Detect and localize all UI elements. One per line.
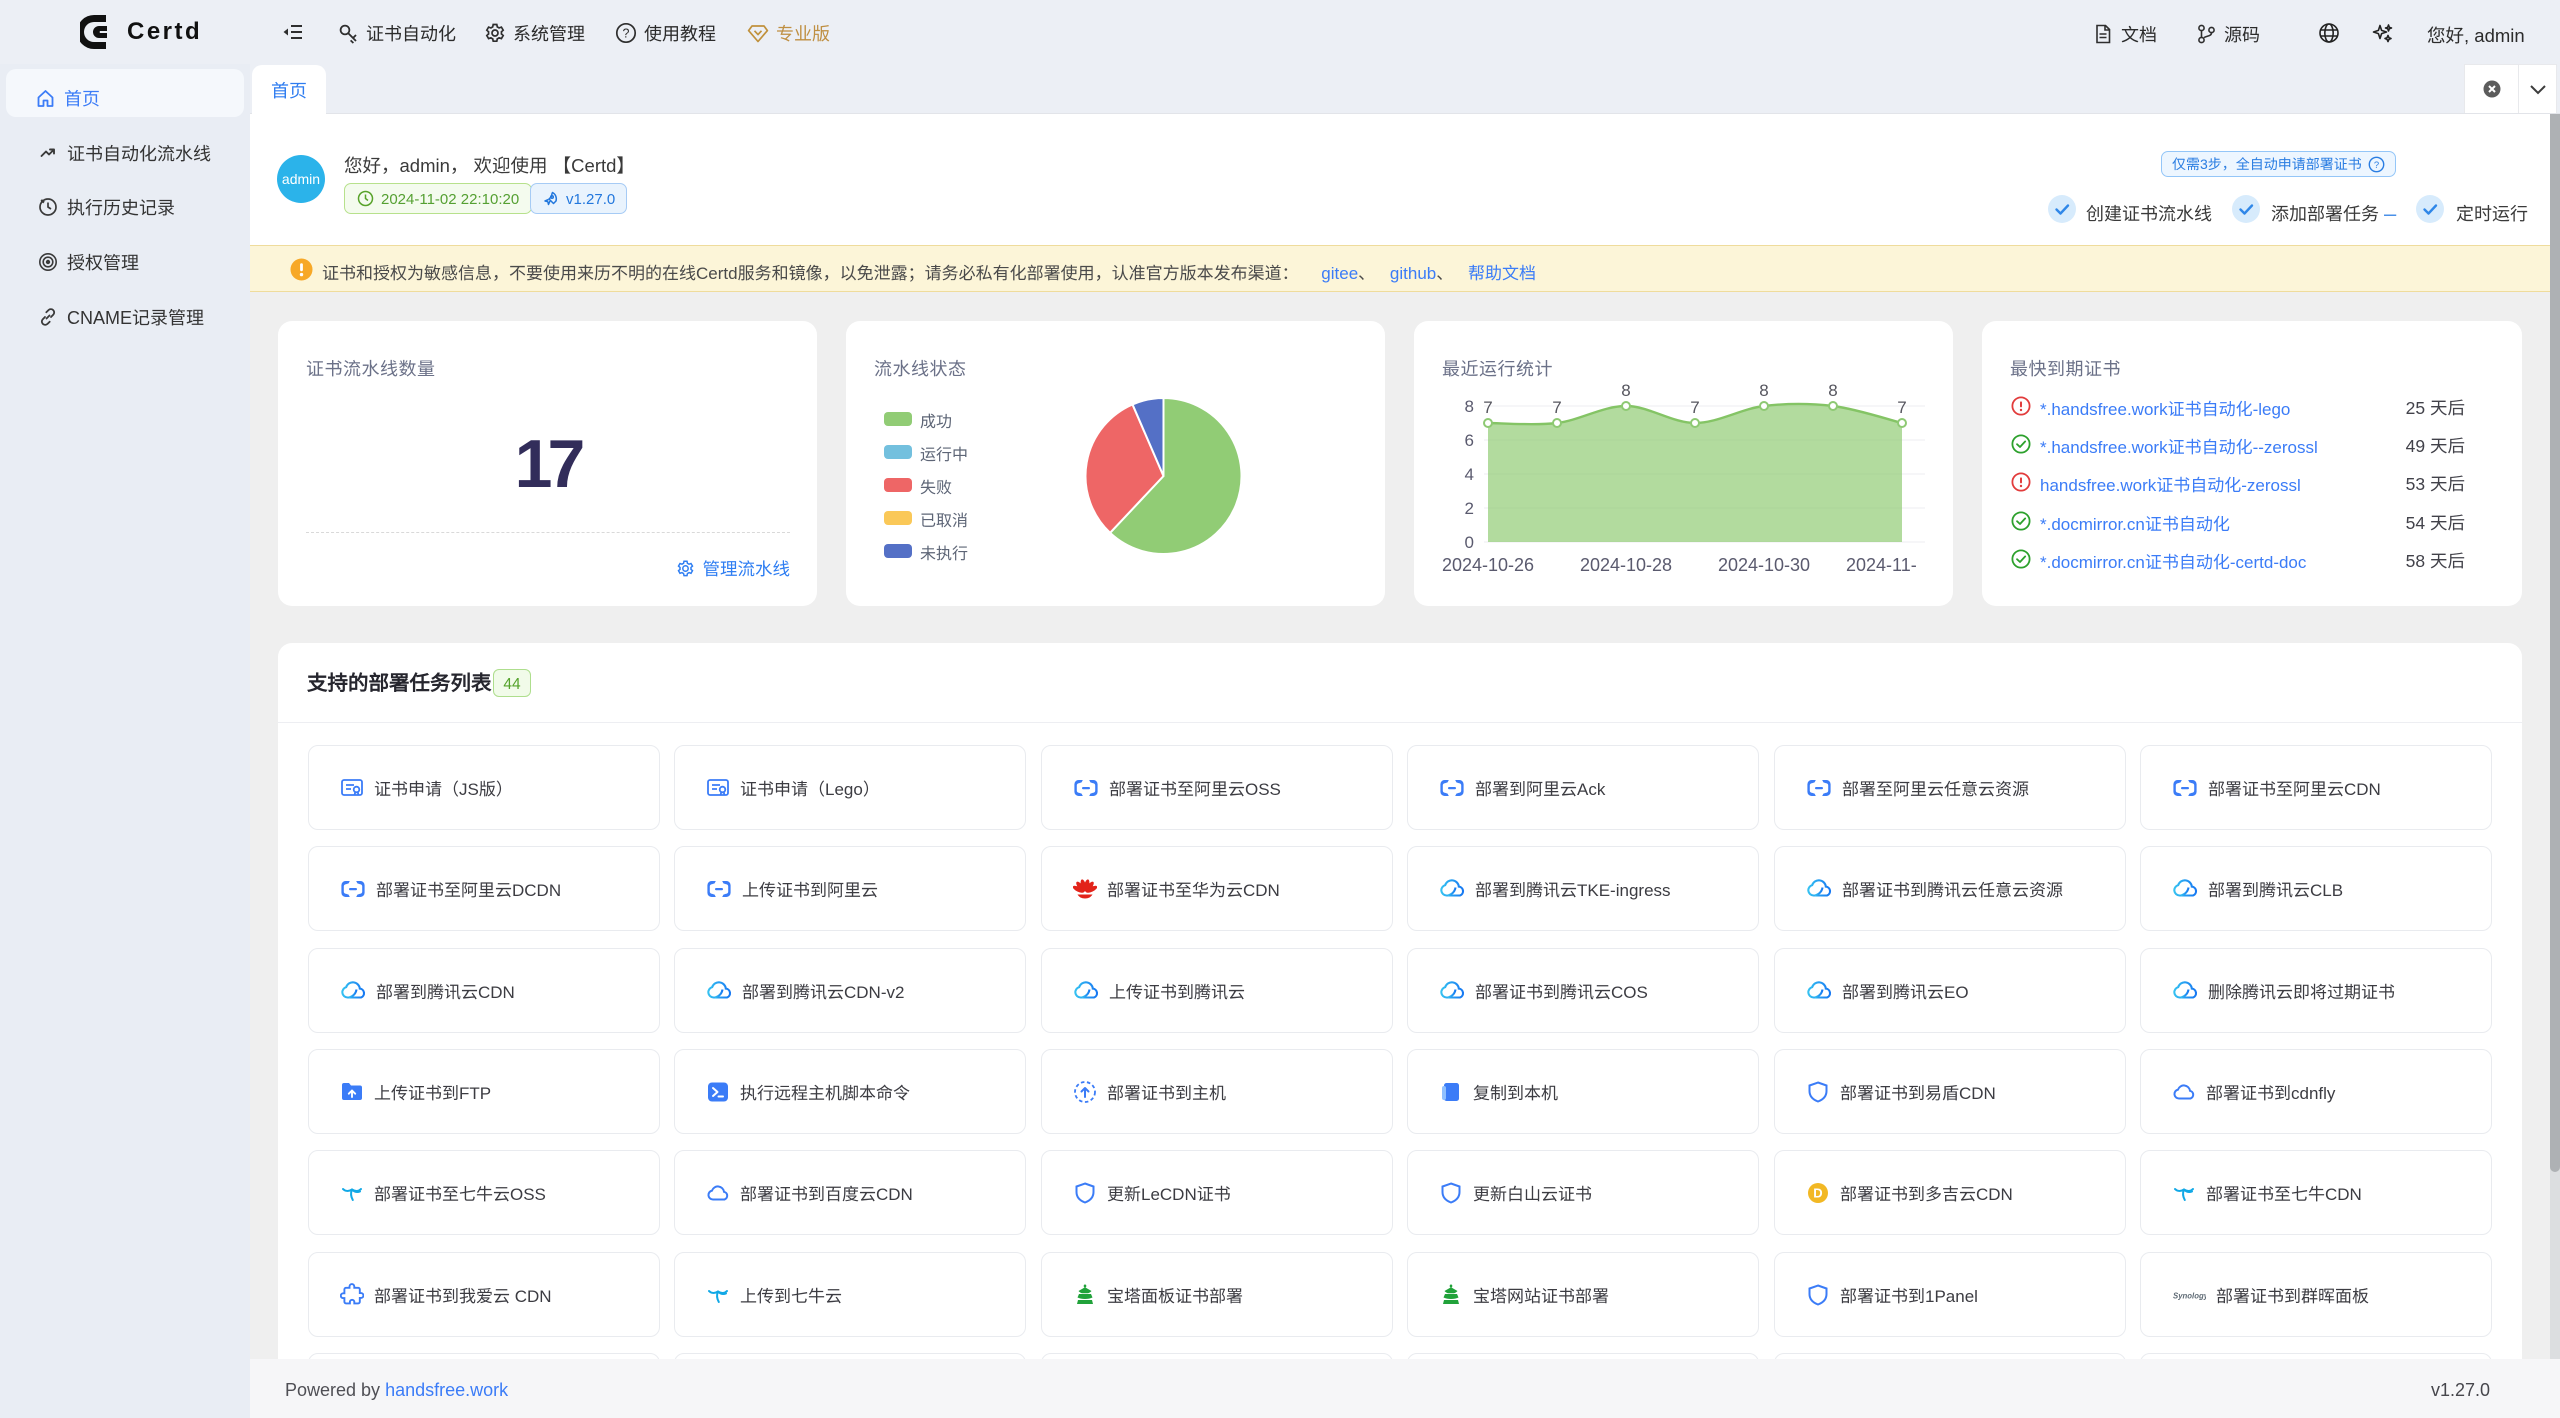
- svg-text:7: 7: [1552, 398, 1561, 417]
- svg-text:8: 8: [1759, 381, 1768, 400]
- svg-text:8: 8: [1465, 397, 1474, 416]
- svg-text:8: 8: [1828, 381, 1837, 400]
- svg-text:7: 7: [1483, 398, 1492, 417]
- svg-text:7: 7: [1897, 398, 1906, 417]
- svg-text:0: 0: [1465, 533, 1474, 552]
- svg-text:8: 8: [1621, 381, 1630, 400]
- svg-text:4: 4: [1465, 465, 1474, 484]
- svg-text:D: D: [1813, 1185, 1822, 1200]
- svg-text:?: ?: [2374, 160, 2379, 171]
- svg-text:2024-10-26: 2024-10-26: [1442, 555, 1534, 575]
- svg-text:?: ?: [623, 26, 630, 40]
- svg-text:2024-10-30: 2024-10-30: [1718, 555, 1810, 575]
- svg-text:Synology: Synology: [2173, 1291, 2206, 1300]
- svg-text:2: 2: [1465, 499, 1474, 518]
- svg-text:2024-10-28: 2024-10-28: [1580, 555, 1672, 575]
- svg-text:6: 6: [1465, 431, 1474, 450]
- svg-text:7: 7: [1690, 398, 1699, 417]
- svg-text:2024-11-: 2024-11-: [1846, 555, 1917, 575]
